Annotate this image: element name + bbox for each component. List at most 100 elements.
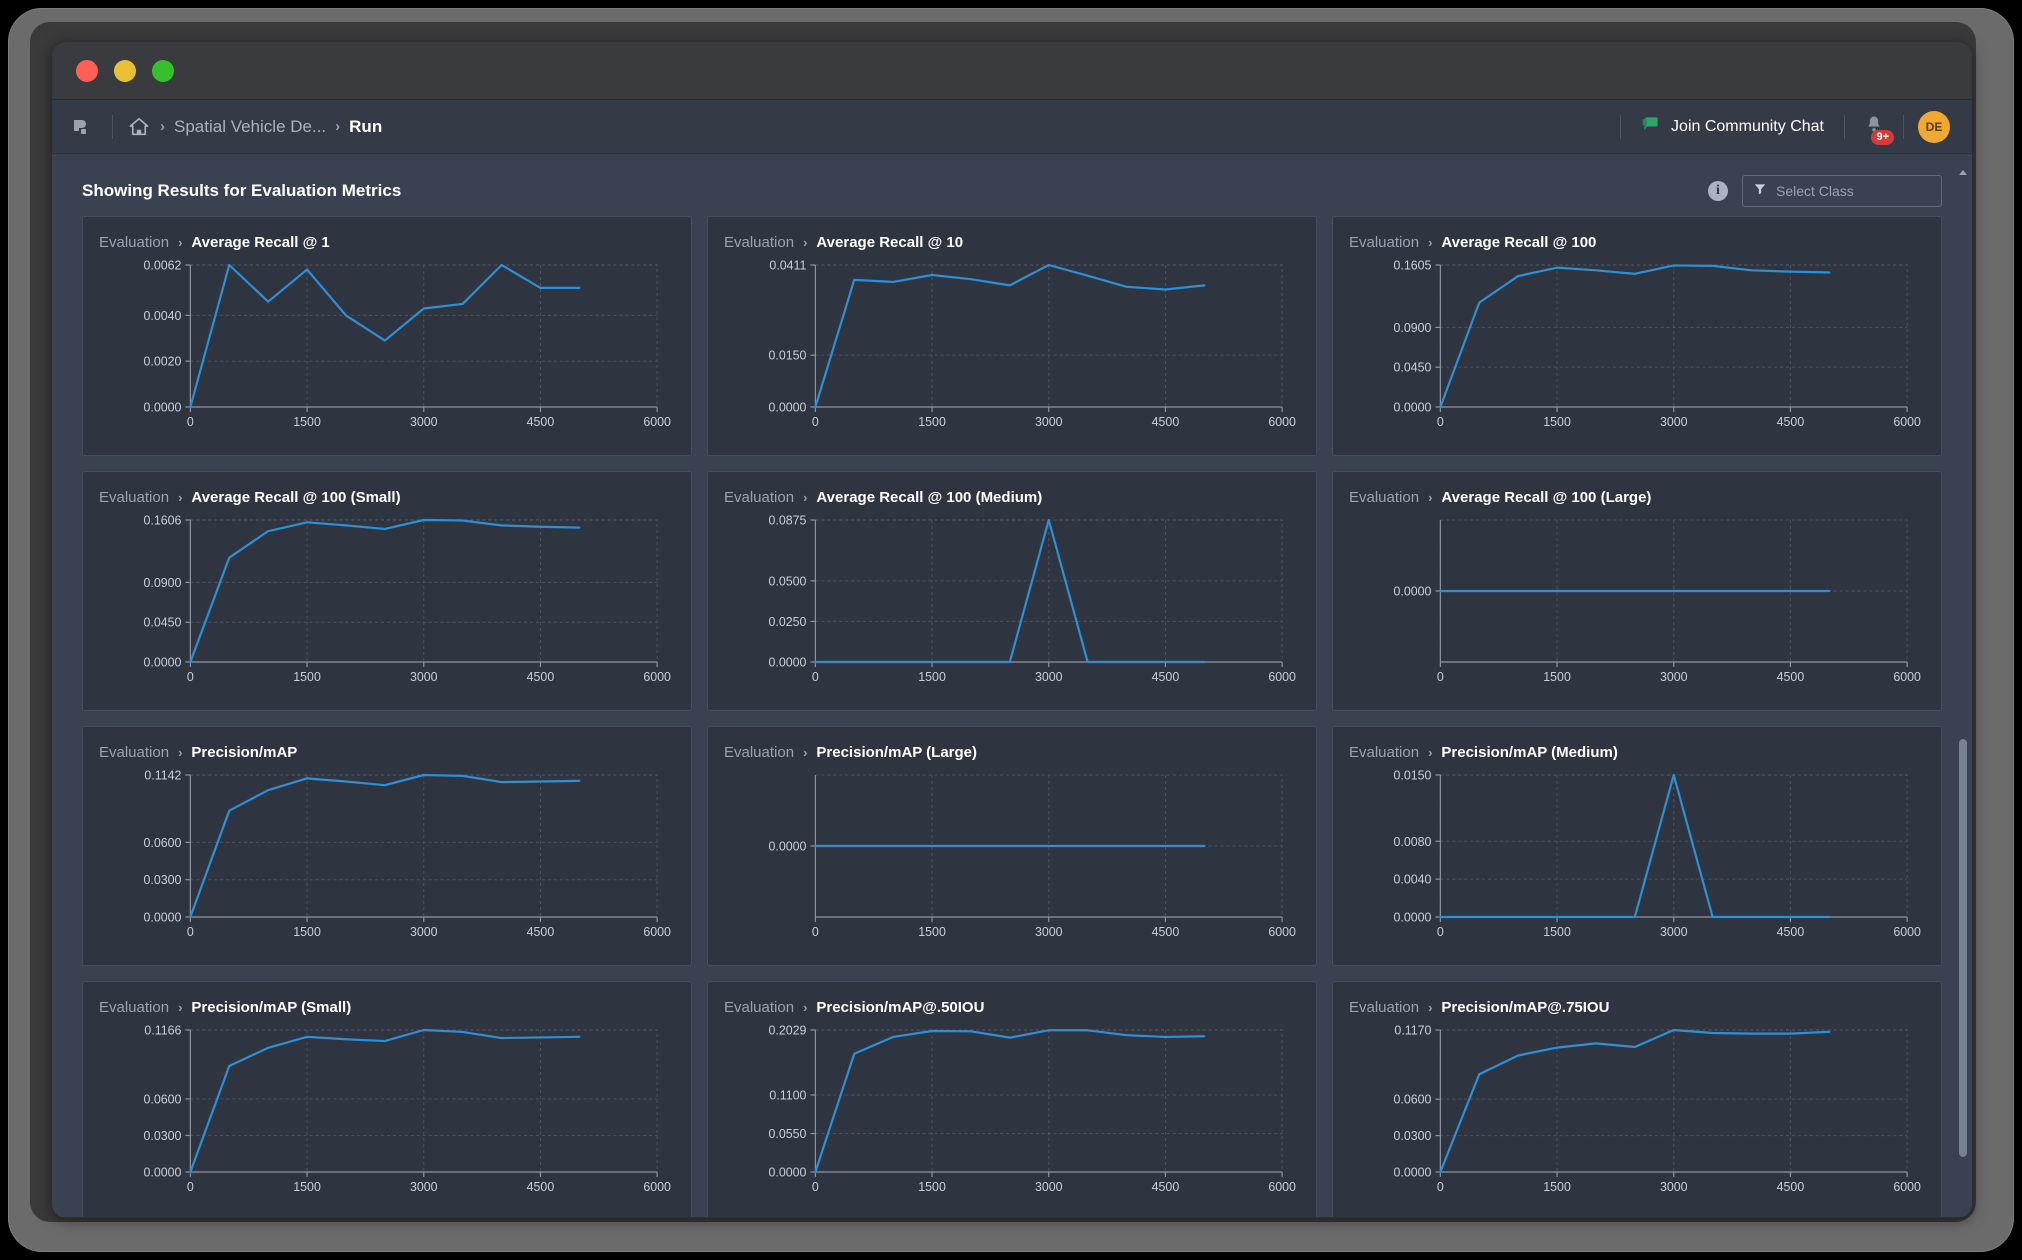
maximize-window-button[interactable] bbox=[152, 59, 174, 82]
metric-plot[interactable]: 0.0000 0.0150 0.0411 0 1500 3000 4500 6000 bbox=[724, 255, 1300, 433]
metric-card[interactable]: Evaluation › Average Recall @ 10 0.0000 0.01… bbox=[707, 216, 1317, 456]
scroll-up-arrow-icon[interactable] bbox=[1958, 164, 1968, 175]
svg-text:0.0080: 0.0080 bbox=[1394, 835, 1432, 849]
metric-card[interactable]: Evaluation › Average Recall @ 100 (Medium)… bbox=[707, 471, 1317, 711]
breadcrumb-item-run[interactable]: Run bbox=[349, 117, 382, 137]
metric-card[interactable]: Evaluation › Precision/mAP 0.0000 0.0300 0.06… bbox=[82, 726, 692, 966]
svg-text:0.0600: 0.0600 bbox=[144, 1092, 182, 1106]
svg-text:0.1142: 0.1142 bbox=[144, 768, 181, 782]
svg-text:3000: 3000 bbox=[410, 1180, 438, 1194]
svg-text:0.0000: 0.0000 bbox=[144, 400, 182, 414]
svg-text:0.0000: 0.0000 bbox=[144, 910, 182, 924]
join-community-chat-label: Join Community Chat bbox=[1671, 117, 1824, 135]
metric-card-header: Evaluation › Precision/mAP@.75IOU bbox=[1349, 999, 1925, 1016]
svg-text:3000: 3000 bbox=[1035, 1180, 1063, 1194]
metric-title: Precision/mAP (Small) bbox=[191, 999, 352, 1016]
metric-card[interactable]: Evaluation › Average Recall @ 100 (Large) 0… bbox=[1332, 471, 1942, 711]
svg-text:3000: 3000 bbox=[1660, 1180, 1688, 1194]
home-icon[interactable] bbox=[127, 115, 151, 139]
svg-text:0.0900: 0.0900 bbox=[144, 576, 182, 590]
metric-card[interactable]: Evaluation › Average Recall @ 100 (Small) 0… bbox=[82, 471, 692, 711]
svg-text:4500: 4500 bbox=[1152, 925, 1180, 939]
metric-card[interactable]: Evaluation › Average Recall @ 100 0.0000 0.0… bbox=[1332, 216, 1942, 456]
svg-text:0.0450: 0.0450 bbox=[1394, 361, 1432, 375]
svg-text:0.0550: 0.0550 bbox=[769, 1127, 807, 1141]
metric-group-label: Evaluation bbox=[724, 744, 795, 761]
svg-text:4500: 4500 bbox=[527, 1180, 555, 1194]
avatar[interactable]: DE bbox=[1918, 110, 1950, 143]
breadcrumb-separator-1: › bbox=[160, 118, 165, 135]
svg-text:0: 0 bbox=[812, 670, 819, 684]
metric-plot[interactable]: 0.0000 0.0450 0.0900 0.1605 0 1500 3000 4500 600… bbox=[1349, 255, 1925, 433]
svg-text:4500: 4500 bbox=[527, 925, 555, 939]
metric-card-header: Evaluation › Precision/mAP@.50IOU bbox=[724, 999, 1300, 1016]
svg-text:0.0062: 0.0062 bbox=[144, 258, 182, 272]
svg-text:4500: 4500 bbox=[1152, 1180, 1180, 1194]
scrollbar-thumb[interactable] bbox=[1959, 738, 1967, 1157]
svg-text:1500: 1500 bbox=[918, 415, 946, 429]
filter-icon bbox=[1753, 182, 1767, 201]
metric-card-header: Evaluation › Average Recall @ 100 bbox=[1349, 234, 1925, 251]
join-community-chat-button[interactable]: Join Community Chat bbox=[1635, 110, 1830, 143]
svg-text:1500: 1500 bbox=[293, 670, 321, 684]
app-window: › Spatial Vehicle De... › Run Join Commu… bbox=[52, 42, 1972, 1218]
close-window-button[interactable] bbox=[76, 59, 98, 82]
metric-group-label: Evaluation bbox=[724, 999, 795, 1016]
metric-card-header: Evaluation › Average Recall @ 1 bbox=[99, 234, 675, 251]
svg-text:0.0411: 0.0411 bbox=[769, 258, 806, 272]
metric-group-label: Evaluation bbox=[1349, 489, 1420, 506]
metric-card-header: Evaluation › Average Recall @ 10 bbox=[724, 234, 1300, 251]
breadcrumb-item-project[interactable]: Spatial Vehicle De... bbox=[174, 117, 326, 137]
metric-card[interactable]: Evaluation › Precision/mAP (Large) 0.0000 0 1… bbox=[707, 726, 1317, 966]
metric-plot[interactable]: 0.0000 0 1500 3000 4500 6000 bbox=[724, 765, 1300, 943]
svg-text:3000: 3000 bbox=[410, 670, 438, 684]
svg-text:1500: 1500 bbox=[1543, 670, 1571, 684]
svg-text:0.0020: 0.0020 bbox=[144, 355, 182, 369]
metric-breadcrumb-separator: › bbox=[1428, 235, 1433, 250]
svg-text:0.0040: 0.0040 bbox=[144, 309, 182, 323]
metric-breadcrumb-separator: › bbox=[178, 745, 183, 760]
metric-card[interactable]: Evaluation › Average Recall @ 1 0.0000 0.002… bbox=[82, 216, 692, 456]
svg-text:4500: 4500 bbox=[527, 415, 555, 429]
metrics-grid: Evaluation › Average Recall @ 1 0.0000 0.002… bbox=[52, 212, 1972, 1217]
svg-text:3000: 3000 bbox=[1660, 670, 1688, 684]
svg-text:0: 0 bbox=[1437, 670, 1444, 684]
svg-text:1500: 1500 bbox=[293, 415, 321, 429]
metric-card[interactable]: Evaluation › Precision/mAP@.50IOU 0.0000 0.0… bbox=[707, 981, 1317, 1217]
minimize-window-button[interactable] bbox=[114, 59, 136, 82]
metric-plot[interactable]: 0.0000 0.0250 0.0500 0.0875 0 1500 3000 4500 600… bbox=[724, 510, 1300, 688]
metric-plot[interactable]: 0.0000 0.0020 0.0040 0.0062 0 1500 3000 4500 600… bbox=[99, 255, 675, 433]
metric-card[interactable]: Evaluation › Precision/mAP (Medium) 0.0000 0… bbox=[1332, 726, 1942, 966]
metric-plot[interactable]: 0.0000 0.0550 0.1100 0.2029 0 1500 3000 4500 600… bbox=[724, 1020, 1300, 1198]
svg-text:0.0000: 0.0000 bbox=[144, 1165, 182, 1179]
app-logo-icon[interactable] bbox=[66, 112, 96, 142]
metric-plot[interactable]: 0.0000 0.0300 0.0600 0.1166 0 1500 3000 4500 600… bbox=[99, 1020, 675, 1198]
content-scrollbar[interactable] bbox=[1958, 164, 1968, 1209]
results-toolbar: Showing Results for Evaluation Metrics i… bbox=[82, 170, 1942, 212]
metric-plot[interactable]: 0.0000 0.0450 0.0900 0.1606 0 1500 3000 4500 600… bbox=[99, 510, 675, 688]
metric-plot[interactable]: 0.0000 0 1500 3000 4500 6000 bbox=[1349, 510, 1925, 688]
notifications-button[interactable]: 9+ bbox=[1859, 112, 1894, 145]
metric-card-header: Evaluation › Average Recall @ 100 (Small) bbox=[99, 489, 675, 506]
metric-card[interactable]: Evaluation › Precision/mAP@.75IOU 0.0000 0.0… bbox=[1332, 981, 1942, 1217]
select-class-input[interactable]: Select Class bbox=[1742, 175, 1942, 207]
svg-text:3000: 3000 bbox=[1035, 925, 1063, 939]
svg-text:3000: 3000 bbox=[410, 415, 438, 429]
metric-plot[interactable]: 0.0000 0.0300 0.0600 0.1170 0 1500 3000 4500 600… bbox=[1349, 1020, 1925, 1198]
metric-plot[interactable]: 0.0000 0.0300 0.0600 0.1142 0 1500 3000 4500 600… bbox=[99, 765, 675, 943]
svg-text:0.0000: 0.0000 bbox=[769, 655, 807, 669]
svg-text:4500: 4500 bbox=[527, 670, 555, 684]
metric-card[interactable]: Evaluation › Precision/mAP (Small) 0.0000 0.… bbox=[82, 981, 692, 1217]
svg-text:3000: 3000 bbox=[1035, 415, 1063, 429]
metric-card-header: Evaluation › Average Recall @ 100 (Large) bbox=[1349, 489, 1925, 506]
info-icon[interactable]: i bbox=[1708, 181, 1728, 201]
svg-text:6000: 6000 bbox=[1268, 925, 1296, 939]
metric-breadcrumb-separator: › bbox=[178, 490, 183, 505]
svg-text:0.1166: 0.1166 bbox=[144, 1023, 181, 1037]
svg-text:0: 0 bbox=[812, 925, 819, 939]
svg-text:0: 0 bbox=[1437, 925, 1444, 939]
metric-card-header: Evaluation › Precision/mAP bbox=[99, 744, 675, 761]
metric-plot[interactable]: 0.0000 0.0040 0.0080 0.0150 0 1500 3000 4500 600… bbox=[1349, 765, 1925, 943]
navbar-left: › Spatial Vehicle De... › Run bbox=[66, 112, 382, 142]
svg-text:0.0900: 0.0900 bbox=[1394, 321, 1432, 335]
